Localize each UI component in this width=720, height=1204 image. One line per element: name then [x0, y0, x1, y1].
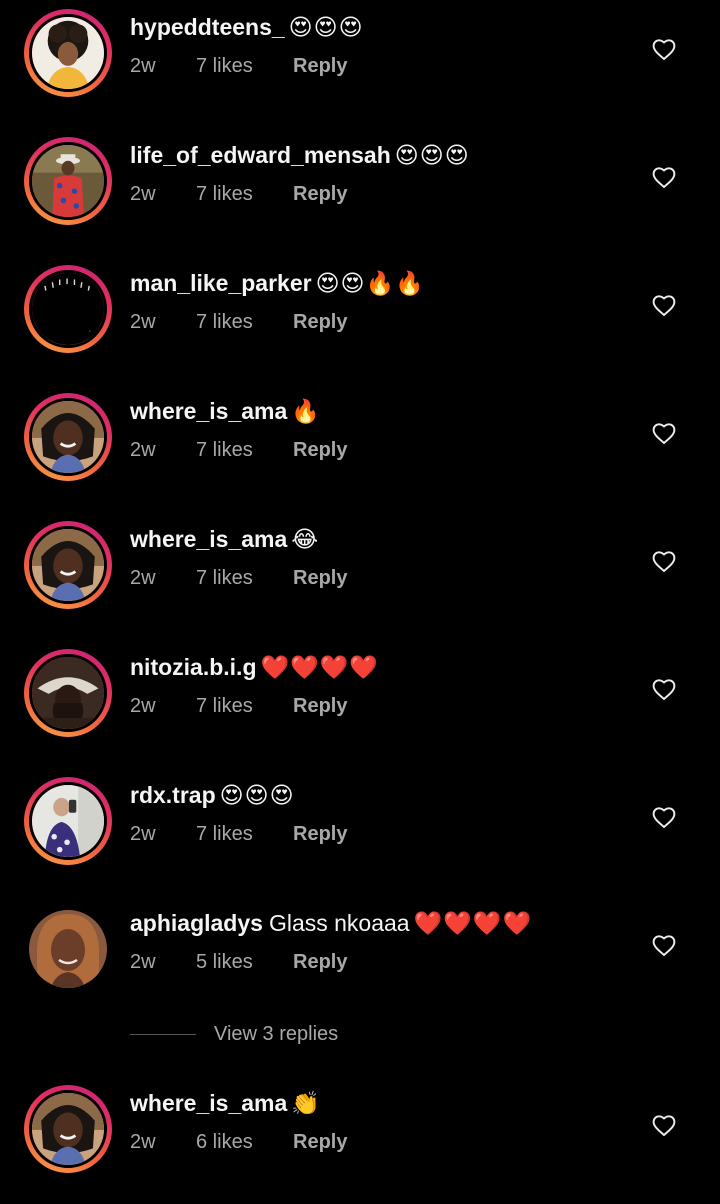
comment-emoji: 😍😍😍	[219, 783, 295, 809]
comment-row: nitozia.b.i.g ❤️❤️❤️❤️ 2w 7 likes Reply	[0, 640, 720, 768]
avatar[interactable]	[24, 905, 112, 993]
comment-username[interactable]: where_is_ama	[130, 398, 287, 424]
comment-row: aphiagladys Glass nkoaaa ❤️❤️❤️❤️ 2w 5 likes…	[0, 896, 720, 1024]
comment-username[interactable]: hypeddteens_	[130, 14, 285, 40]
comment-likes[interactable]: 7 likes	[196, 55, 253, 78]
comment-emoji: 🔥	[291, 399, 321, 425]
comment-username[interactable]: where_is_ama	[130, 526, 287, 552]
comment-likes[interactable]: 7 likes	[196, 823, 253, 846]
heart-outline-icon[interactable]	[651, 933, 677, 957]
reply-button[interactable]: Reply	[293, 55, 347, 78]
reply-button[interactable]: Reply	[293, 183, 347, 206]
comment-emoji: 😂	[291, 527, 320, 553]
avatar[interactable]	[24, 649, 112, 737]
replies-divider	[130, 1034, 196, 1035]
comment-line: where_is_ama 😂	[130, 525, 319, 554]
avatar[interactable]	[24, 137, 112, 225]
comment-likes[interactable]: 7 likes	[196, 183, 253, 206]
comment-line: life_of_edward_mensah 😍😍😍	[130, 141, 470, 170]
reply-button[interactable]: Reply	[293, 567, 347, 590]
heart-outline-icon[interactable]	[651, 165, 677, 189]
comment-row: where_is_ama 😂 2w 7 likes Reply	[0, 512, 720, 640]
comment-time: 2w	[130, 823, 156, 845]
comment-time: 2w	[130, 567, 156, 589]
avatar-image	[29, 398, 107, 476]
avatar[interactable]	[24, 521, 112, 609]
comment-emoji: 👏	[291, 1091, 321, 1117]
heart-outline-icon[interactable]	[651, 293, 677, 317]
comment-time: 2w	[130, 695, 156, 717]
comment-emoji: 😍😍🔥🔥	[315, 271, 425, 297]
avatar-image	[29, 1090, 107, 1168]
comment-row: where_is_ama 👏 2w 6 likes Reply	[0, 1076, 720, 1204]
comment-line: nitozia.b.i.g ❤️❤️❤️❤️	[130, 653, 379, 682]
avatar-image	[29, 526, 107, 604]
comment-row: rdx.trap 😍😍😍 2w 7 likes Reply	[0, 768, 720, 896]
comment-line: where_is_ama 🔥	[130, 397, 321, 426]
comment-row: hypeddteens_ 😍😍😍 2w 7 likes Reply	[0, 0, 720, 128]
comment-emoji: ❤️❤️❤️❤️	[260, 655, 380, 681]
comment-time: 2w	[130, 55, 156, 77]
avatar[interactable]	[24, 777, 112, 865]
comment-time: 2w	[130, 183, 156, 205]
heart-outline-icon[interactable]	[651, 421, 677, 445]
avatar-image	[29, 142, 107, 220]
comment-line: aphiagladys Glass nkoaaa ❤️❤️❤️❤️	[130, 909, 532, 938]
comment-row: ᴸ man_like_parker 😍😍🔥🔥 2w 7 likes Reply	[0, 256, 720, 384]
comment-emoji: 😍😍😍	[394, 143, 470, 169]
avatar-image: ᴸ	[29, 270, 107, 348]
comment-line: man_like_parker 😍😍🔥🔥	[130, 269, 425, 298]
comment-row: where_is_ama 🔥 2w 7 likes Reply	[0, 384, 720, 512]
comment-time: 2w	[130, 311, 156, 333]
comment-row: life_of_edward_mensah 😍😍😍 2w 7 likes Reply	[0, 128, 720, 256]
reply-button[interactable]: Reply	[293, 823, 347, 846]
avatar-image	[29, 654, 107, 732]
view-replies-label: View 3 replies	[214, 1023, 339, 1045]
heart-outline-icon[interactable]	[651, 677, 677, 701]
reply-button[interactable]: Reply	[293, 695, 347, 718]
comment-likes[interactable]: 7 likes	[196, 567, 253, 590]
comment-text: Glass nkoaaa	[268, 910, 410, 936]
comment-username[interactable]: man_like_parker	[130, 270, 312, 296]
heart-outline-icon[interactable]	[651, 37, 677, 61]
comment-likes[interactable]: 7 likes	[196, 695, 253, 718]
comment-line: where_is_ama 👏	[130, 1089, 321, 1118]
avatar[interactable]	[24, 1085, 112, 1173]
comment-line: rdx.trap 😍😍😍	[130, 781, 295, 810]
comment-username[interactable]: rdx.trap	[130, 782, 216, 808]
comment-username[interactable]: nitozia.b.i.g	[130, 654, 257, 680]
avatar[interactable]: ᴸ	[24, 265, 112, 353]
avatar-image	[29, 14, 107, 92]
comment-emoji: ❤️❤️❤️❤️	[413, 911, 533, 937]
avatar[interactable]	[24, 9, 112, 97]
comment-line: hypeddteens_ 😍😍😍	[130, 13, 364, 42]
comment-likes[interactable]: 5 likes	[196, 951, 253, 974]
comment-username[interactable]: where_is_ama	[130, 1090, 287, 1116]
comment-likes[interactable]: 7 likes	[196, 439, 253, 462]
comment-emoji: 😍😍😍	[288, 15, 364, 41]
heart-outline-icon[interactable]	[651, 1113, 677, 1137]
comment-username[interactable]: aphiagladys	[130, 910, 263, 936]
heart-outline-icon[interactable]	[651, 549, 677, 573]
reply-button[interactable]: Reply	[293, 1131, 347, 1154]
avatar[interactable]	[24, 393, 112, 481]
view-replies-button[interactable]: View 3 replies	[130, 1023, 530, 1051]
reply-button[interactable]: Reply	[293, 311, 347, 334]
avatar-image	[29, 782, 107, 860]
comment-time: 2w	[130, 439, 156, 461]
svg-text:ᴸ: ᴸ	[89, 329, 91, 336]
comment-likes[interactable]: 7 likes	[196, 311, 253, 334]
comment-likes[interactable]: 6 likes	[196, 1131, 253, 1154]
comment-username[interactable]: life_of_edward_mensah	[130, 142, 391, 168]
avatar-image	[29, 910, 107, 988]
reply-button[interactable]: Reply	[293, 439, 347, 462]
comment-time: 2w	[130, 951, 156, 973]
reply-button[interactable]: Reply	[293, 951, 347, 974]
comment-time: 2w	[130, 1131, 156, 1153]
heart-outline-icon[interactable]	[651, 805, 677, 829]
